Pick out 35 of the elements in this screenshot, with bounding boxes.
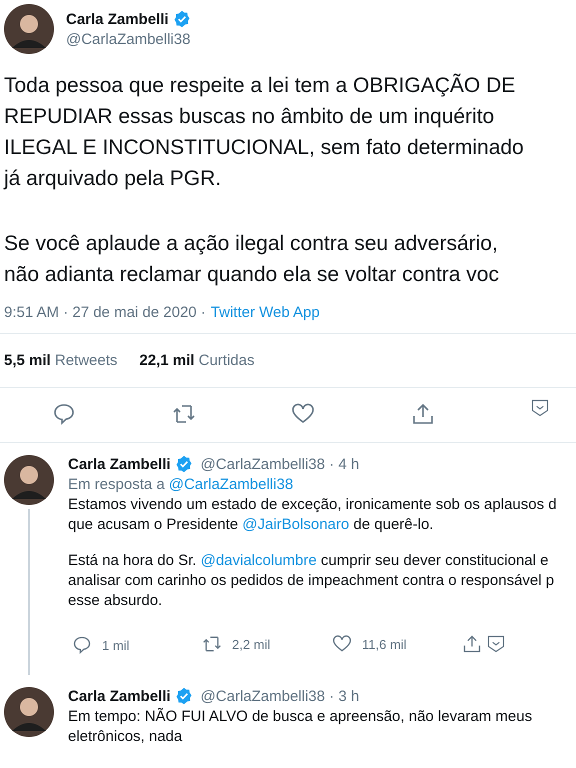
heart-icon[interactable]: [332, 634, 352, 654]
reply-text: Em tempo: NÃO FUI ALVO de busca e apreensão, não levaram meus eletrônicos, nada: [68, 707, 534, 747]
reply-icon[interactable]: [72, 635, 92, 655]
action-count: 11,6 mil: [362, 636, 407, 652]
reply-label: Em resposta a: [68, 476, 165, 493]
stat-count[interactable]: 5,5 mil Retweets: [4, 352, 118, 369]
avatar[interactable]: [4, 455, 54, 505]
mention-link[interactable]: @JairBolsonaro: [242, 516, 350, 533]
avatar[interactable]: [4, 4, 54, 54]
tweet-text: Se você aplaude a ação ilegal contra seu adversário, não adianta reclamar quando ela se voltar contra voc: [4, 231, 500, 288]
reply-icon[interactable]: [52, 402, 76, 426]
stat-count[interactable]: 22,1 mil Curtidas: [139, 352, 254, 369]
avatar[interactable]: [4, 687, 54, 737]
handle-time[interactable]: @CarlaZambelli38 · 3 h: [200, 688, 360, 704]
reply-text: Estamos vivendo um estado de exceção, ironicamente sob os aplausos d que acusam o Presidente @JairBolsonaro de querê-lo.: [68, 495, 558, 535]
chevron-down-icon[interactable]: [530, 398, 550, 418]
author-handle[interactable]: @CarlaZambelli38: [66, 31, 191, 48]
mention-link[interactable]: @davialcolumbre: [200, 552, 317, 569]
share-icon[interactable]: [410, 402, 434, 426]
retweet-icon[interactable]: [172, 402, 196, 426]
source-link[interactable]: Twitter Web App: [210, 304, 320, 321]
timestamp: 9:51 AM · 27 de mai de 2020 ·: [4, 304, 206, 321]
action-count: 1 mil: [102, 638, 130, 652]
author-name[interactable]: Carla Zambelli: [68, 456, 171, 472]
handle-time[interactable]: @CarlaZambelli38 · 4 h: [200, 456, 360, 472]
retweet-icon[interactable]: [202, 634, 222, 654]
reply-text: Está na hora do Sr. @davialcolumbre cumprir seu dever constitucional e analisar com carinho os pedidos de impeachment contra o responsável p esse absurdo.: [68, 551, 556, 611]
author-name[interactable]: Carla Zambelli: [66, 10, 169, 28]
mention-link[interactable]: @CarlaZambelli38: [168, 476, 294, 493]
action-count: 2,2 mil: [232, 636, 270, 652]
tweet-text: Toda pessoa que respeite a lei tem a OBRIGAÇÃO DE REPUDIAR essas buscas no âmbito de um inquérito ILEGAL E INCONSTITUCIONAL, sem fato determinado já arquivado pela PGR.: [4, 72, 525, 192]
share-icon[interactable]: [462, 634, 482, 654]
heart-icon[interactable]: [291, 402, 315, 426]
author-name[interactable]: Carla Zambelli: [68, 688, 171, 704]
chevron-down-icon[interactable]: [486, 634, 506, 654]
